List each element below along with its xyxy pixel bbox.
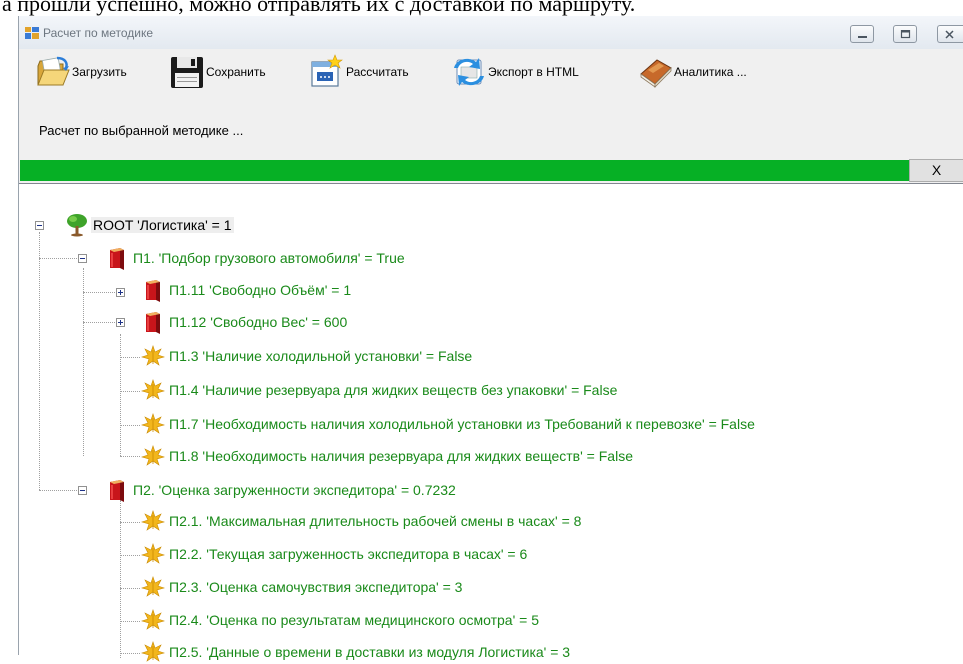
calculate-label: Рассчитать (346, 65, 409, 79)
tree-line (39, 232, 40, 490)
tree-node-root[interactable]: ROOT 'Логистика' = 1 (65, 214, 234, 237)
export-html-label: Экспорт в HTML (488, 65, 579, 79)
tree-node-label: ROOT 'Логистика' = 1 (91, 217, 234, 233)
tree-node-label: П1.7 'Необходимость наличия холодильной … (169, 416, 755, 432)
title-bar: Расчет по методике (19, 16, 963, 49)
calculate-window-icon (311, 54, 343, 87)
leaf-icon (141, 413, 165, 434)
maximize-button[interactable] (893, 25, 917, 43)
tree-node-p1-8[interactable]: П1.8 'Необходимость наличия резервуара д… (141, 445, 633, 466)
load-label: Загрузить (72, 65, 127, 79)
tree-node-p1-7[interactable]: П1.7 'Необходимость наличия холодильной … (141, 413, 755, 434)
tree-line (120, 621, 140, 622)
tree-node-label: П1.11 'Свободно Объём' = 1 (169, 282, 352, 298)
status-text: Расчет по выбранной методике ... (39, 123, 244, 138)
tree-node-p1-12[interactable]: П1.12 'Свободно Вес' = 600 (141, 312, 348, 334)
export-html-button[interactable]: Экспорт в HTML (451, 53, 579, 91)
tree-line (120, 522, 140, 523)
red-book-icon (146, 312, 160, 334)
red-book-icon (110, 480, 124, 502)
tree-line (83, 268, 84, 456)
load-button[interactable]: Загрузить (35, 53, 127, 91)
tree-node-label: П2.3. 'Оценка самочувствия экспедитора' … (169, 579, 463, 595)
tree-node-p1-11[interactable]: П1.11 'Свободно Объём' = 1 (141, 280, 352, 302)
tree-line (120, 391, 140, 392)
tree-node-p2-5[interactable]: П2.5. 'Данные о времени в доставки из мо… (141, 641, 571, 662)
app-window: Расчет по методике Загрузить Сохранить Р… (18, 16, 963, 662)
analytics-button[interactable]: Аналитика ... (637, 53, 747, 91)
tree-line (120, 456, 140, 457)
tree-node-p2-3[interactable]: П2.3. 'Оценка самочувствия экспедитора' … (141, 576, 463, 597)
tree-view[interactable]: ROOT 'Логистика' = 1 П1. 'Подбор грузово… (19, 183, 963, 662)
tree-node-label: П2. 'Оценка загруженности экспедитора' =… (133, 482, 456, 498)
save-button[interactable]: Сохранить (169, 53, 266, 91)
tree-line (120, 334, 121, 456)
collapse-toggle-p1[interactable] (78, 254, 87, 263)
tree-line (120, 653, 140, 654)
collapse-toggle-p2[interactable] (78, 486, 87, 495)
expand-toggle-p1-12[interactable] (116, 318, 125, 327)
close-window-button[interactable] (937, 25, 963, 43)
tree-node-p2-4[interactable]: П2.4. 'Оценка по результатам медицинског… (141, 609, 539, 630)
open-folder-icon (37, 56, 70, 86)
save-label: Сохранить (206, 65, 266, 79)
leaf-icon (141, 609, 165, 630)
leaf-icon (141, 445, 165, 466)
progress-bar (20, 160, 909, 181)
window-title: Расчет по методике (43, 26, 154, 40)
app-window-icon (25, 27, 39, 39)
tree-icon (67, 214, 87, 237)
tree-line (120, 357, 140, 358)
export-sync-icon (454, 58, 484, 86)
tree-line (39, 490, 81, 491)
analytics-label: Аналитика ... (674, 65, 747, 79)
book-icon (640, 59, 672, 88)
tree-node-p2-1[interactable]: П2.1. 'Максимальная длительность рабочей… (141, 510, 582, 531)
tree-node-label: П1.8 'Необходимость наличия резервуара д… (169, 448, 633, 464)
maximize-icon (900, 30, 911, 39)
tree-line (39, 258, 81, 259)
toolbar: Загрузить Сохранить Рассчитать Экспорт в… (19, 49, 963, 95)
leaf-icon (141, 345, 165, 366)
progress-row: X (19, 159, 963, 183)
leaf-icon (141, 510, 165, 531)
minimize-icon (858, 36, 867, 38)
close-progress-button[interactable]: X (909, 159, 963, 182)
calculate-button[interactable]: Рассчитать (309, 53, 409, 91)
document-text: а прошли успешно, можно отправлять их с … (2, 0, 636, 16)
expand-toggle-p1-11[interactable] (116, 288, 125, 297)
close-icon (945, 30, 954, 39)
minimize-button[interactable] (850, 25, 874, 43)
leaf-icon (141, 576, 165, 597)
tree-line (120, 588, 140, 589)
tree-node-p2-2[interactable]: П2.2. 'Текущая загруженность экспедитора… (141, 543, 528, 564)
tree-node-p1-3[interactable]: П1.3 'Наличие холодильной установки' = F… (141, 345, 473, 366)
progress-fill (20, 160, 909, 181)
tree-node-label: П1.4 'Наличие резервуара для жидких веще… (169, 382, 618, 398)
tree-node-label: П2.5. 'Данные о времени в доставки из мо… (169, 644, 571, 660)
tree-line (120, 425, 140, 426)
red-book-icon (110, 248, 124, 270)
tree-node-label: П2.1. 'Максимальная длительность рабочей… (169, 513, 582, 529)
tree-line (120, 555, 140, 556)
collapse-toggle-root[interactable] (35, 221, 44, 230)
tree-node-label: П2.4. 'Оценка по результатам медицинског… (169, 612, 539, 628)
leaf-icon (141, 543, 165, 564)
tree-node-label: П1.12 'Свободно Вес' = 600 (169, 314, 348, 330)
tree-line (120, 500, 121, 658)
tree-node-p2[interactable]: П2. 'Оценка загруженности экспедитора' =… (105, 480, 456, 502)
floppy-disk-icon (171, 57, 203, 88)
leaf-icon (141, 379, 165, 400)
tree-node-p1-4[interactable]: П1.4 'Наличие резервуара для жидких веще… (141, 379, 618, 400)
tree-node-label: П1. 'Подбор грузового автомобиля' = True (133, 250, 405, 266)
red-book-icon (146, 280, 160, 302)
tree-node-label: П1.3 'Наличие холодильной установки' = F… (169, 348, 473, 364)
leaf-icon (141, 641, 165, 662)
tree-node-label: П2.2. 'Текущая загруженность экспедитора… (169, 546, 528, 562)
tree-node-p1[interactable]: П1. 'Подбор грузового автомобиля' = True (105, 248, 405, 270)
